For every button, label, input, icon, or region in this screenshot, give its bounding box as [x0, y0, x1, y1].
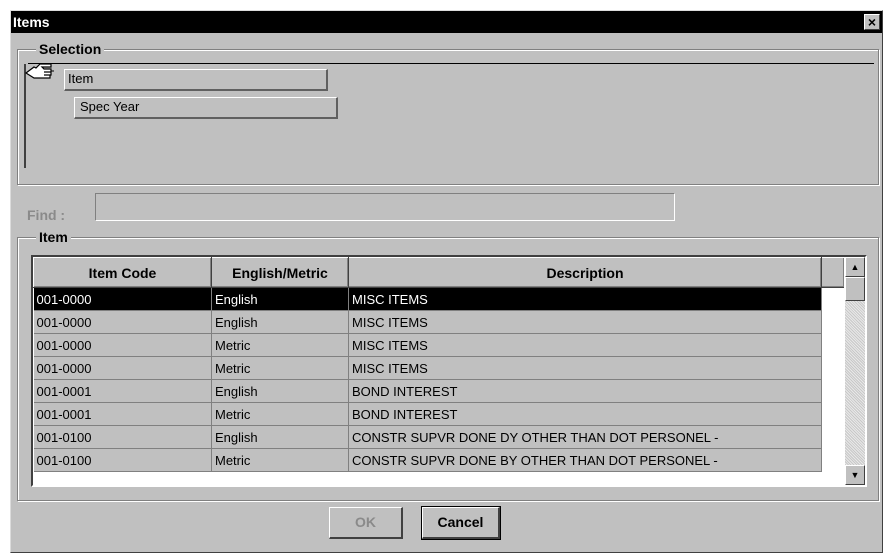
cell-item-code: 001-0100: [33, 425, 212, 449]
arrow-down-icon: ▼: [850, 470, 860, 480]
cell-english-metric: Metric: [211, 448, 349, 472]
title-bar: Items ×: [11, 11, 882, 33]
ok-button[interactable]: OK: [329, 507, 403, 539]
vertical-scrollbar[interactable]: ▲ ▼: [845, 257, 865, 485]
cell-english-metric: Metric: [211, 356, 349, 380]
table-header-row: Item Code English/Metric Description: [33, 257, 844, 288]
cell-english-metric: English: [211, 287, 349, 311]
cell-filler: [821, 310, 844, 334]
find-label: Find :: [27, 207, 66, 223]
table-row[interactable]: 001-0000 English MISC ITEMS: [33, 310, 844, 334]
pointing-hand-icon: [24, 63, 54, 79]
cell-item-code: 001-0000: [33, 333, 212, 357]
cell-filler: [821, 379, 844, 403]
table-row[interactable]: 001-0000 Metric MISC ITEMS: [33, 356, 844, 380]
column-header-english-metric[interactable]: English/Metric: [211, 257, 349, 288]
window-title: Items: [13, 14, 50, 30]
cell-english-metric: English: [211, 425, 349, 449]
cell-description: MISC ITEMS: [348, 310, 822, 334]
cell-item-code: 001-0100: [33, 448, 212, 472]
cancel-button[interactable]: Cancel: [421, 506, 501, 540]
cell-description: CONSTR SUPVR DONE BY OTHER THAN DOT PERS…: [348, 448, 822, 472]
scroll-up-button[interactable]: ▲: [845, 257, 865, 277]
cell-english-metric: Metric: [211, 333, 349, 357]
selection-legend: Selection: [36, 41, 105, 57]
selection-divider: [28, 63, 874, 64]
selection-group: Selection Item Spec Year: [17, 41, 879, 185]
cell-english-metric: Metric: [211, 402, 349, 426]
column-header-filler: [821, 257, 844, 288]
close-icon: ×: [867, 14, 877, 30]
selection-item-button[interactable]: Item: [64, 69, 328, 91]
column-header-description[interactable]: Description: [348, 257, 822, 288]
cell-filler: [821, 402, 844, 426]
cancel-label: Cancel: [437, 514, 484, 530]
table-row[interactable]: 001-0000 Metric MISC ITEMS: [33, 333, 844, 357]
items-grid[interactable]: Item Code English/Metric Description 001…: [31, 255, 867, 487]
cell-english-metric: English: [211, 379, 349, 403]
cell-item-code: 001-0000: [33, 310, 212, 334]
cell-filler: [821, 287, 844, 311]
column-header-item-code[interactable]: Item Code: [33, 257, 212, 288]
cell-description: CONSTR SUPVR DONE DY OTHER THAN DOT PERS…: [348, 425, 822, 449]
scroll-down-button[interactable]: ▼: [845, 465, 865, 485]
cell-item-code: 001-0001: [33, 379, 212, 403]
close-button[interactable]: ×: [864, 14, 880, 30]
scroll-thumb[interactable]: [845, 277, 865, 301]
cell-description: BOND INTEREST: [348, 402, 822, 426]
cell-description: MISC ITEMS: [348, 356, 822, 380]
table-row[interactable]: 001-0001 English BOND INTEREST: [33, 379, 844, 403]
cell-description: MISC ITEMS: [348, 287, 822, 311]
selection-spec-year-label: Spec Year: [80, 99, 140, 114]
cell-filler: [821, 425, 844, 449]
cell-item-code: 001-0000: [33, 356, 212, 380]
find-input[interactable]: [95, 193, 675, 221]
table-row[interactable]: 001-0100 Metric CONSTR SUPVR DONE BY OTHER…: [33, 448, 844, 472]
items-dialog: Items × Selection Item Spec Year Find : …: [10, 10, 883, 553]
selection-item-label: Item: [68, 71, 94, 86]
table-row[interactable]: 001-0100 English CONSTR SUPVR DONE DY OTHE…: [33, 425, 844, 449]
item-legend: Item: [36, 229, 71, 245]
cell-item-code: 001-0001: [33, 402, 212, 426]
table-row[interactable]: 001-0000 English MISC ITEMS: [33, 287, 844, 311]
items-table: Item Code English/Metric Description 001…: [33, 257, 844, 472]
cell-description: MISC ITEMS: [348, 333, 822, 357]
cell-english-metric: English: [211, 310, 349, 334]
cell-item-code: 001-0000: [33, 287, 212, 311]
cell-filler: [821, 356, 844, 380]
table-row[interactable]: 001-0001 Metric BOND INTEREST: [33, 402, 844, 426]
cell-description: BOND INTEREST: [348, 379, 822, 403]
cell-filler: [821, 448, 844, 472]
arrow-up-icon: ▲: [850, 262, 860, 272]
ok-label: OK: [355, 514, 376, 530]
cell-filler: [821, 333, 844, 357]
selection-spec-year-button[interactable]: Spec Year: [74, 97, 338, 119]
